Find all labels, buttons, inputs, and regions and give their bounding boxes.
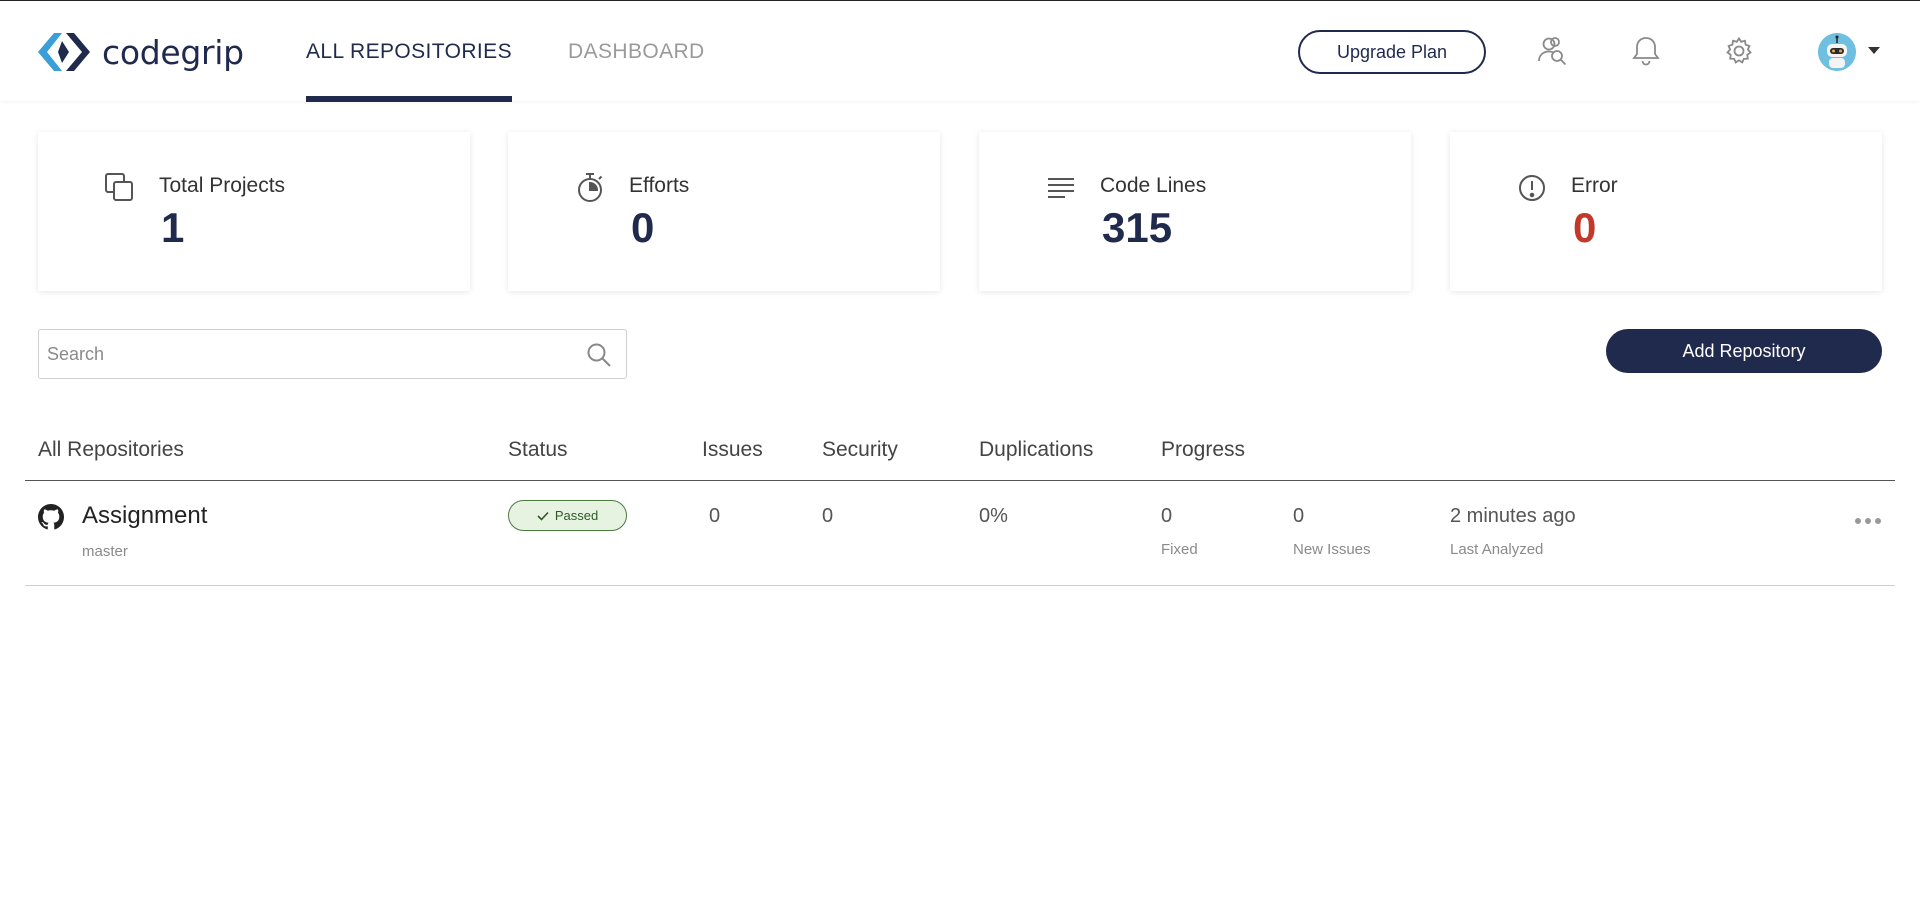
avatar[interactable] bbox=[1818, 33, 1856, 71]
lines-icon bbox=[1048, 178, 1074, 198]
layers-icon bbox=[105, 173, 133, 201]
codegrip-logo-icon bbox=[38, 33, 90, 71]
column-header-repositories: All Repositories bbox=[38, 438, 184, 461]
new-issues-label: New Issues bbox=[1293, 541, 1371, 558]
last-analyzed-time: 2 minutes ago bbox=[1450, 505, 1576, 527]
add-repository-button[interactable]: Add Repository bbox=[1606, 329, 1882, 373]
search-box bbox=[38, 329, 627, 379]
search-input[interactable] bbox=[47, 330, 567, 378]
stopwatch-icon bbox=[578, 173, 603, 202]
stat-card-code-lines: Code Lines 315 bbox=[979, 132, 1411, 291]
table-header-divider bbox=[25, 480, 1895, 481]
column-header-progress: Progress bbox=[1161, 438, 1246, 461]
status-label: Passed bbox=[554, 508, 599, 523]
column-header-issues: Issues bbox=[702, 438, 763, 461]
column-header-security: Security bbox=[822, 438, 898, 461]
last-analyzed-label: Last Analyzed bbox=[1450, 541, 1544, 558]
stat-label: Total Projects bbox=[159, 174, 286, 197]
stat-label: Error bbox=[1571, 174, 1618, 197]
stat-card-total-projects: Total Projects 1 bbox=[38, 132, 470, 291]
more-options-icon[interactable] bbox=[1855, 514, 1885, 528]
users-search-icon[interactable] bbox=[1534, 33, 1570, 69]
stat-value-error: 0 bbox=[1573, 204, 1597, 251]
stat-value: 0 bbox=[631, 204, 655, 251]
check-icon bbox=[537, 511, 549, 521]
tab-all-repositories-label: ALL REPOSITORIES bbox=[306, 39, 512, 63]
column-header-status: Status bbox=[508, 438, 568, 461]
status-badge: Passed bbox=[508, 500, 627, 531]
repository-name-link[interactable]: Assignment bbox=[82, 502, 207, 530]
stat-card-error: Error 0 bbox=[1450, 132, 1882, 291]
alert-circle-icon bbox=[1519, 175, 1545, 201]
duplications-value: 0% bbox=[979, 505, 1008, 527]
tab-dashboard[interactable]: DASHBOARD bbox=[568, 1, 705, 102]
table-row-divider bbox=[25, 585, 1895, 586]
github-icon bbox=[38, 504, 64, 530]
new-issues-count: 0 bbox=[1293, 505, 1305, 527]
active-tab-indicator bbox=[306, 96, 512, 102]
bell-icon[interactable] bbox=[1628, 33, 1664, 69]
logo[interactable]: codegrip bbox=[36, 31, 244, 73]
top-bar: codegrip ALL REPOSITORIES DASHBOARD Upgr… bbox=[0, 0, 1920, 102]
fixed-label: Fixed bbox=[1161, 541, 1198, 558]
chevron-down-icon[interactable] bbox=[1868, 47, 1880, 54]
issues-count: 0 bbox=[709, 505, 721, 527]
tab-dashboard-label: DASHBOARD bbox=[568, 39, 705, 63]
security-count: 0 bbox=[822, 505, 834, 527]
fixed-count: 0 bbox=[1161, 505, 1173, 527]
stat-label: Code Lines bbox=[1100, 174, 1207, 197]
search-icon[interactable] bbox=[586, 342, 612, 368]
stat-card-efforts: Efforts 0 bbox=[508, 132, 940, 291]
repository-branch: master bbox=[82, 543, 128, 560]
stat-value: 1 bbox=[161, 204, 185, 251]
upgrade-plan-button[interactable]: Upgrade Plan bbox=[1298, 30, 1486, 74]
column-header-duplications: Duplications bbox=[979, 438, 1094, 461]
stat-value: 315 bbox=[1102, 204, 1173, 251]
stat-label: Efforts bbox=[629, 174, 690, 197]
brand-name: codegrip bbox=[102, 32, 244, 72]
gear-icon[interactable] bbox=[1721, 33, 1757, 69]
tab-all-repositories[interactable]: ALL REPOSITORIES bbox=[306, 1, 512, 102]
